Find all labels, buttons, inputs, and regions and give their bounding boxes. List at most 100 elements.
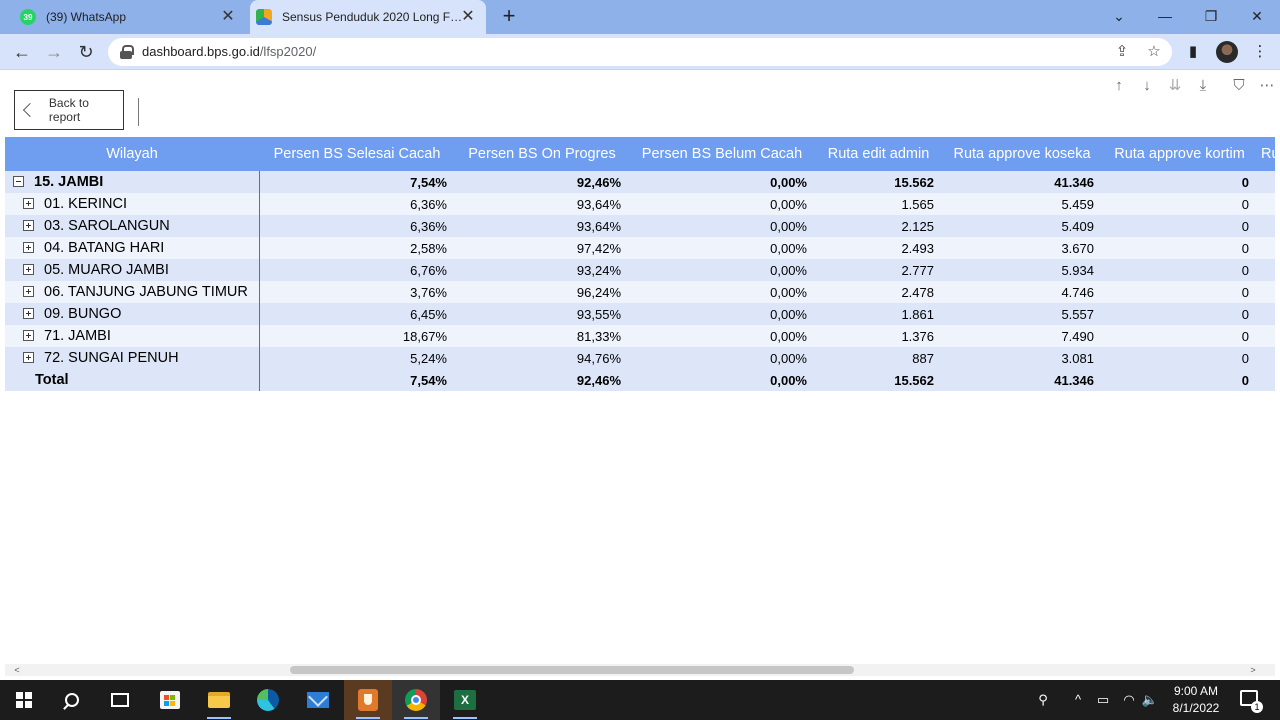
col-header-selesai-cacah[interactable]: Persen BS Selesai Cacah [259,137,455,171]
cell: 0 [1102,193,1257,215]
search-button[interactable] [48,680,96,720]
cell: 6,36% [259,215,455,237]
collapse-icon[interactable] [13,175,24,187]
tray-chevron-icon[interactable]: ^ [1070,690,1086,710]
cell: 5,24% [259,347,455,369]
url-bar[interactable]: dashboard.bps.go.id/lfsp2020/ ⇪ ☆ [108,38,1172,66]
filter-icon[interactable]: ⛉ [1229,76,1249,96]
scroll-left-icon[interactable]: < [11,664,23,676]
cell-empty [1257,237,1275,259]
col-header-ruta-edit-admin[interactable]: Ruta edit admin [815,137,942,171]
cell: 0,00% [629,281,815,303]
minimize-icon[interactable]: — [1153,5,1177,27]
col-header-wilayah[interactable]: Wilayah [5,137,259,171]
expand-icon[interactable] [23,219,34,231]
volume-icon[interactable]: 🔈 [1140,690,1160,710]
drill-up-icon[interactable]: ↑ [1109,76,1129,96]
taskbar-edge[interactable] [244,680,292,720]
taskbar-clock[interactable]: 9:00 AM 8/1/2022 [1164,683,1228,717]
tab-whatsapp[interactable]: 39 (39) WhatsApp ✕ [14,0,246,34]
cell: 6,76% [259,259,455,281]
cell: 2.478 [815,281,942,303]
people-icon[interactable]: ⚲ [1034,690,1052,710]
back-to-report-label: Back to report [48,96,89,124]
reload-icon[interactable]: ↻ [75,41,97,63]
table-row: 05. MUARO JAMBI 6,76% 93,24% 0,00% 2.777 5.93… [5,259,1275,281]
back-icon[interactable]: ← [11,41,33,63]
cell: 0 [1102,171,1257,193]
region-name: 71. JAMBI [44,328,111,344]
table-row-total: Total 7,54% 92,46% 0,00% 15.562 41.346 0 [5,369,1275,391]
tab-title: Sensus Penduduk 2020 Long Form [282,10,464,24]
side-panel-icon[interactable]: ▮ [1183,42,1203,62]
expand-icon[interactable] [23,241,34,253]
share-icon[interactable]: ⇪ [1112,42,1132,62]
expand-all-icon[interactable]: ⤓ [1193,76,1213,96]
tab-sensus-penduduk[interactable]: Sensus Penduduk 2020 Long Form ✕ [250,0,486,34]
cell: 0,00% [629,259,815,281]
expand-icon[interactable] [23,263,34,275]
row-label: 09. BUNGO [5,303,260,325]
expand-icon[interactable] [23,197,34,209]
taskbar-chrome[interactable] [392,680,440,720]
cell: 887 [815,347,942,369]
cell: 93,55% [455,303,629,325]
taskbar-mail[interactable] [294,680,342,720]
cell-empty [1257,281,1275,303]
cell: 2.125 [815,215,942,237]
taskbar-vpn-app[interactable] [344,680,392,720]
drill-down-icon[interactable]: ↓ [1137,76,1157,96]
more-options-icon[interactable]: ⋯ [1257,76,1277,96]
chrome-menu-icon[interactable]: ⋮ [1250,42,1270,62]
cell: 5.557 [942,303,1102,325]
region-name: 72. SUNGAI PENUH [44,350,179,366]
col-header-ruta-approve-koseka[interactable]: Ruta approve koseka [942,137,1102,171]
cell-empty [1257,215,1275,237]
expand-icon[interactable] [23,351,34,363]
col-header-truncated[interactable]: Ru [1257,137,1275,171]
cell-empty [1257,347,1275,369]
scroll-right-icon[interactable]: > [1247,664,1259,676]
close-tab-icon[interactable]: ✕ [460,9,476,25]
url-path: /lfsp2020/ [259,44,317,59]
col-header-on-progres[interactable]: Persen BS On Progres [455,137,629,171]
chevron-left-icon [22,102,38,118]
new-tab-button[interactable]: + [498,5,520,27]
total-label: Total [5,369,260,391]
table-row: 03. SAROLANGUN 6,36% 93,64% 0,00% 2.125 5.409… [5,215,1275,237]
bookmark-star-icon[interactable]: ☆ [1144,42,1164,62]
url-text[interactable]: dashboard.bps.go.id/lfsp2020/ [142,44,316,59]
taskbar-store[interactable] [146,680,194,720]
scrollbar-thumb[interactable] [290,666,854,674]
close-window-icon[interactable]: ✕ [1245,5,1269,27]
task-view-button[interactable] [96,680,144,720]
cell: 93,24% [455,259,629,281]
matrix-table-container: Wilayah Persen BS Selesai Cacah Persen B… [5,137,1275,392]
back-to-report-button[interactable]: Back to report [14,90,124,130]
start-button[interactable] [0,680,48,720]
cell: 6,36% [259,193,455,215]
go-to-next-level-icon[interactable]: ⇊ [1165,76,1185,96]
restore-icon[interactable]: ❐ [1199,5,1223,27]
col-header-ruta-approve-kortim[interactable]: Ruta approve kortim [1102,137,1257,171]
col-header-belum-cacah[interactable]: Persen BS Belum Cacah [629,137,815,171]
horizontal-scrollbar[interactable]: < > [5,664,1275,676]
tab-search-dropdown-icon[interactable]: ⌄ [1107,5,1131,27]
row-label: 04. BATANG HARI [5,237,260,259]
forward-icon[interactable]: → [43,41,65,63]
address-toolbar: ← → ↻ dashboard.bps.go.id/lfsp2020/ ⇪ ☆ … [0,34,1280,70]
wifi-icon[interactable]: ◠ [1119,690,1139,710]
expand-icon[interactable] [23,307,34,319]
expand-icon[interactable] [23,285,34,297]
taskbar-excel[interactable]: X [441,680,489,720]
excel-icon: X [454,690,476,710]
lock-icon[interactable] [120,45,134,59]
table-row: 72. SUNGAI PENUH 5,24% 94,76% 0,00% 887 3.081… [5,347,1275,369]
windows-taskbar: X ⚲ ^ ▭ ◠ 🔈 9:00 AM 8/1/2022 1 [0,680,1280,720]
taskbar-file-explorer[interactable] [195,680,243,720]
task-view-icon [111,693,129,707]
profile-avatar[interactable] [1216,41,1238,63]
close-tab-icon[interactable]: ✕ [220,9,236,25]
battery-icon[interactable]: ▭ [1093,690,1113,710]
expand-icon[interactable] [23,329,34,341]
